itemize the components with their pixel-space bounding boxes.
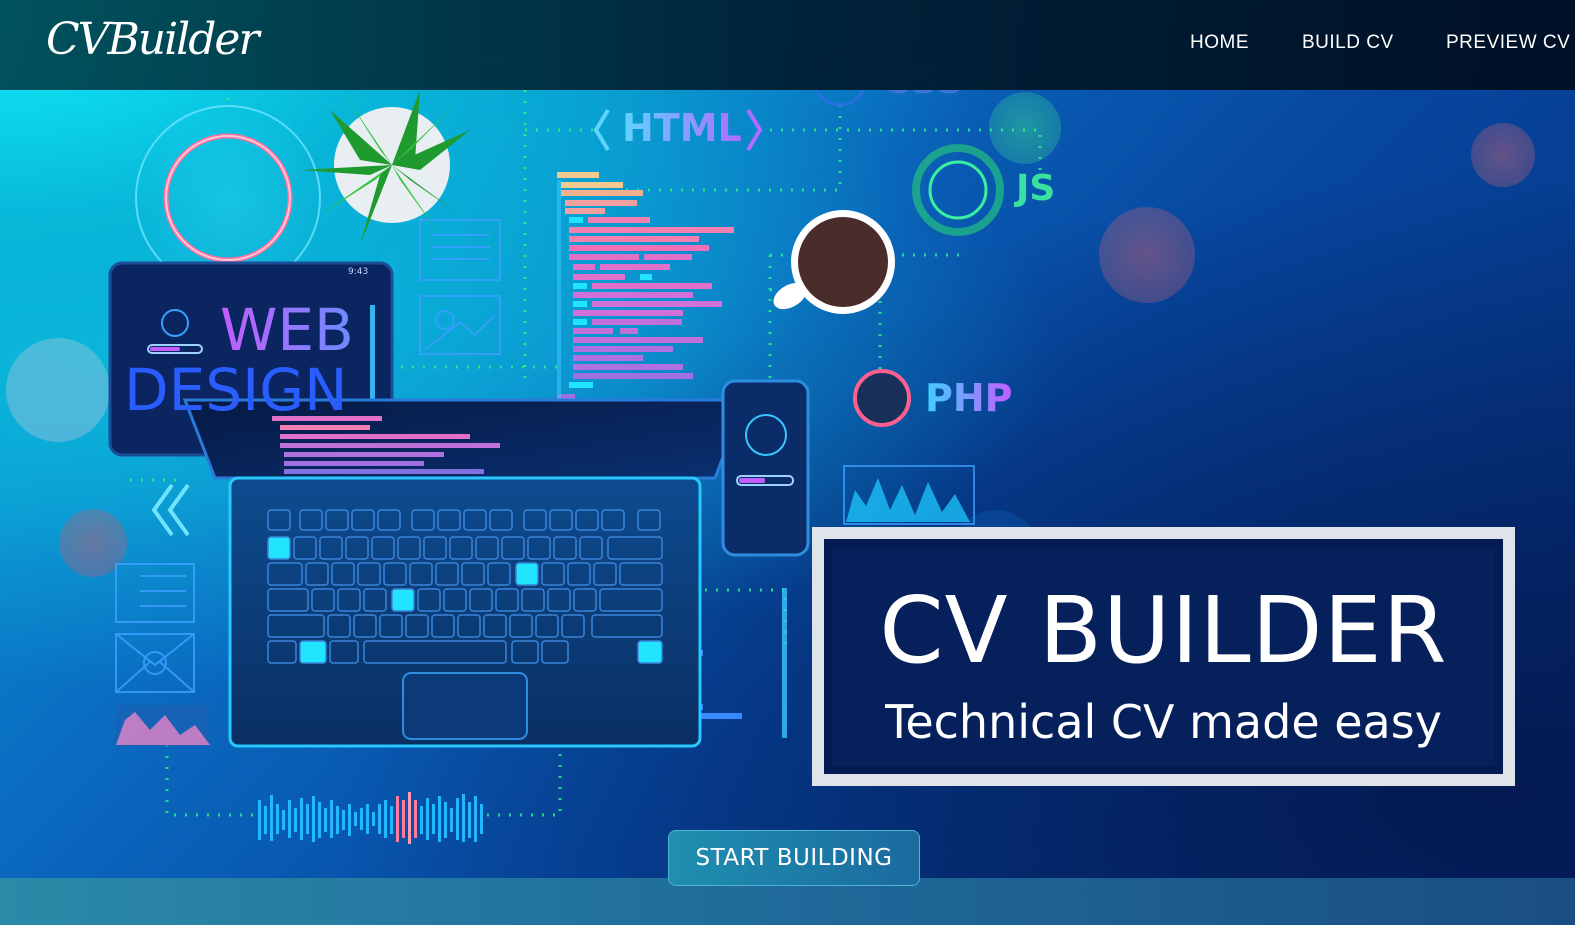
tablet-slider-fill [150,347,180,351]
html-label: HTML [622,106,742,150]
top-navbar: CVBuilder HOME BUILD CV PREVIEW CV [0,0,1575,90]
nav-link-preview-cv[interactable]: PREVIEW CV [1446,32,1570,54]
site-logo[interactable]: CVBuilder [46,14,259,65]
bokeh-circle [6,338,110,442]
coffee-cup-illustration [773,210,895,314]
hero-title: CV BUILDER [879,577,1448,684]
design-label: DESIGN [124,356,348,424]
php-label: PHP [925,376,1013,420]
mini-chart-right-area [846,478,970,522]
glow-vertical-bar [782,588,787,738]
laptop-touchpad [402,672,528,740]
web-label: WEB [220,296,354,364]
start-building-button[interactable]: START BUILDING [668,830,920,886]
js-ring-inner-icon [928,160,988,220]
hero-subtitle: Technical CV made easy [885,695,1442,749]
php-ring-icon [853,369,911,427]
sound-wave-graphic [258,792,483,844]
phone-time: 9:43 [348,267,368,277]
html-chevron-left-icon [593,108,610,152]
plant-illustration [300,90,470,245]
html-chevron-right-icon [746,108,763,152]
nav-link-home[interactable]: HOME [1190,32,1249,54]
bokeh-circle [1471,123,1535,187]
js-label: JS [1016,168,1056,209]
bokeh-circle [1099,207,1195,303]
bokeh-circle [989,92,1061,164]
hero-title-panel: CV BUILDER Technical CV made easy [832,547,1495,766]
phone-slider-fill [739,478,765,483]
nav-link-build-cv[interactable]: BUILD CV [1302,32,1394,54]
phone-device [721,379,810,557]
hero-title-box: CV BUILDER Technical CV made easy [812,527,1515,786]
double-chevron-left-icon [151,483,190,537]
